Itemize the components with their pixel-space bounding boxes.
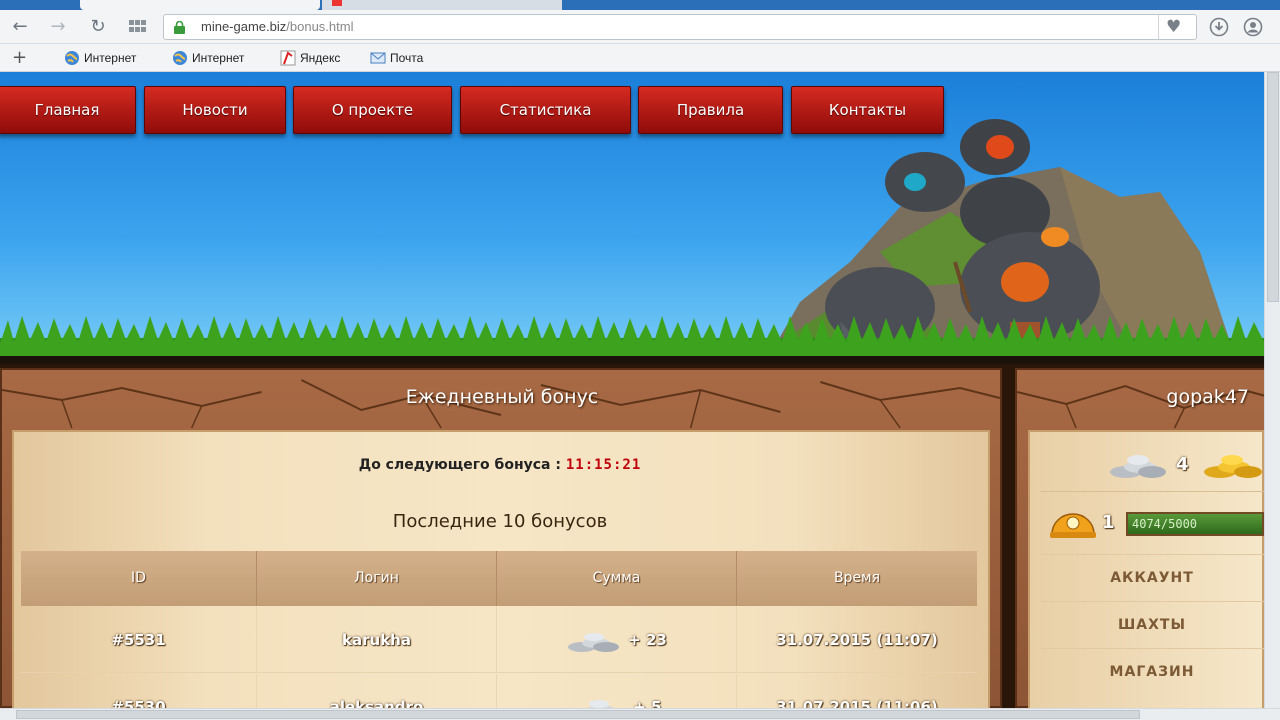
countdown-timer: 11:15:21: [565, 457, 642, 473]
level-number: 1: [1102, 512, 1115, 533]
back-arrow-icon[interactable]: ←: [9, 16, 31, 38]
cell-amount: + 5: [497, 674, 737, 708]
nav-statistics[interactable]: Статистика: [460, 86, 631, 134]
bookmark-item[interactable]: Интернет: [64, 50, 136, 66]
experience-bar: 4074/5000: [1126, 512, 1264, 536]
download-icon[interactable]: [1209, 17, 1229, 37]
table-row: #5530 aleksandro + 5 31.07.2015 (11:06): [21, 674, 977, 708]
lock-icon: [174, 21, 185, 34]
gold-coins-icon: [1204, 455, 1262, 478]
cell-id: #5531: [21, 607, 257, 673]
cell-amount: + 23: [497, 607, 737, 673]
globe-icon: [65, 51, 79, 65]
heart-icon[interactable]: ♥: [1166, 17, 1181, 37]
menu-account[interactable]: АККАУНТ: [1040, 554, 1264, 600]
menu-shop[interactable]: МАГАЗИН: [1040, 648, 1264, 694]
cell-id: #5530: [21, 674, 257, 708]
vertical-scroll-thumb[interactable]: [1267, 72, 1279, 302]
bookmark-item[interactable]: Яндекс: [280, 50, 340, 66]
address-divider: [1158, 15, 1159, 39]
bookmark-label: Яндекс: [300, 51, 341, 65]
tab-favicon-icon: [332, 0, 342, 6]
page-content: Главная Новости О проекте Статистика Пра…: [0, 72, 1264, 708]
last-bonuses-title: Последние 10 бонусов: [392, 511, 608, 532]
bonus-panel-title: Ежедневный бонус: [405, 386, 599, 408]
cell-time: 31.07.2015 (11:06): [776, 698, 938, 708]
bookmark-label: Интернет: [192, 51, 245, 65]
globe-icon: [173, 51, 187, 65]
nav-news[interactable]: Новости: [144, 86, 286, 134]
tab-active[interactable]: [80, 0, 320, 10]
vertical-scrollbar[interactable]: [1264, 72, 1280, 708]
nav-contacts[interactable]: Контакты: [791, 86, 944, 134]
bookmark-item[interactable]: Почта: [370, 50, 423, 66]
forward-arrow-icon[interactable]: →: [47, 16, 69, 38]
yandex-icon: [280, 50, 296, 66]
divider: [1040, 491, 1264, 492]
bookmarks-bar: + Интернет Интернет Яндекс Почта: [0, 44, 1280, 72]
silver-coins-icon: [1110, 455, 1166, 478]
column-header-login: Логин: [257, 551, 497, 606]
column-header-amount: Сумма: [497, 551, 737, 606]
username: gopak47: [1166, 386, 1249, 408]
silver-count: 4: [1176, 454, 1189, 475]
profile-icon[interactable]: [1243, 17, 1263, 37]
cell-time: 31.07.2015 (11:07): [776, 631, 938, 649]
add-bookmark-icon[interactable]: +: [12, 47, 27, 68]
tab-inactive[interactable]: [322, 0, 562, 10]
column-header-time: Время: [833, 570, 881, 586]
column-header-id: ID: [21, 551, 257, 606]
menu-mines[interactable]: ШАХТЫ: [1040, 601, 1264, 647]
table-row: #5531 karukha + 23 31.07.2015 (11:07): [21, 607, 977, 673]
cell-login: karukha: [257, 607, 497, 673]
url-host: mine-game.biz: [201, 19, 287, 34]
browser-toolbar: ← → ↻ mine-game.biz/bonus.html ♥: [0, 10, 1280, 44]
horizontal-scrollbar[interactable]: [0, 708, 1280, 720]
miner-helmet-icon: [1050, 513, 1096, 538]
cell-login: aleksandro: [257, 674, 497, 708]
bonus-table-header: ID Логин Сумма Время: [21, 551, 977, 606]
bookmark-item[interactable]: Интернет: [172, 50, 244, 66]
tabs-grid-icon[interactable]: [129, 20, 147, 34]
countdown-label: До следующего бонуса :: [358, 457, 561, 473]
amount-value: + 5: [633, 698, 662, 708]
bookmark-label: Почта: [390, 51, 424, 65]
next-bonus-countdown: До следующего бонуса : 11:15:21: [0, 457, 1000, 473]
silver-coins-icon: [588, 699, 615, 708]
bookmark-label: Интернет: [84, 51, 137, 65]
nav-rules[interactable]: Правила: [638, 86, 783, 134]
address-bar[interactable]: mine-game.biz/bonus.html ♥: [163, 14, 1197, 40]
nav-home[interactable]: Главная: [0, 86, 136, 134]
horizontal-scroll-thumb[interactable]: [16, 710, 1140, 719]
url-text: mine-game.biz/bonus.html: [201, 19, 353, 34]
mail-icon: [370, 52, 386, 64]
tab-strip: [0, 0, 1280, 10]
nav-about[interactable]: О проекте: [293, 86, 452, 134]
reload-icon[interactable]: ↻: [87, 16, 109, 38]
amount-value: + 23: [628, 631, 667, 649]
url-path: /bonus.html: [286, 19, 354, 34]
silver-coins-icon: [568, 632, 620, 652]
